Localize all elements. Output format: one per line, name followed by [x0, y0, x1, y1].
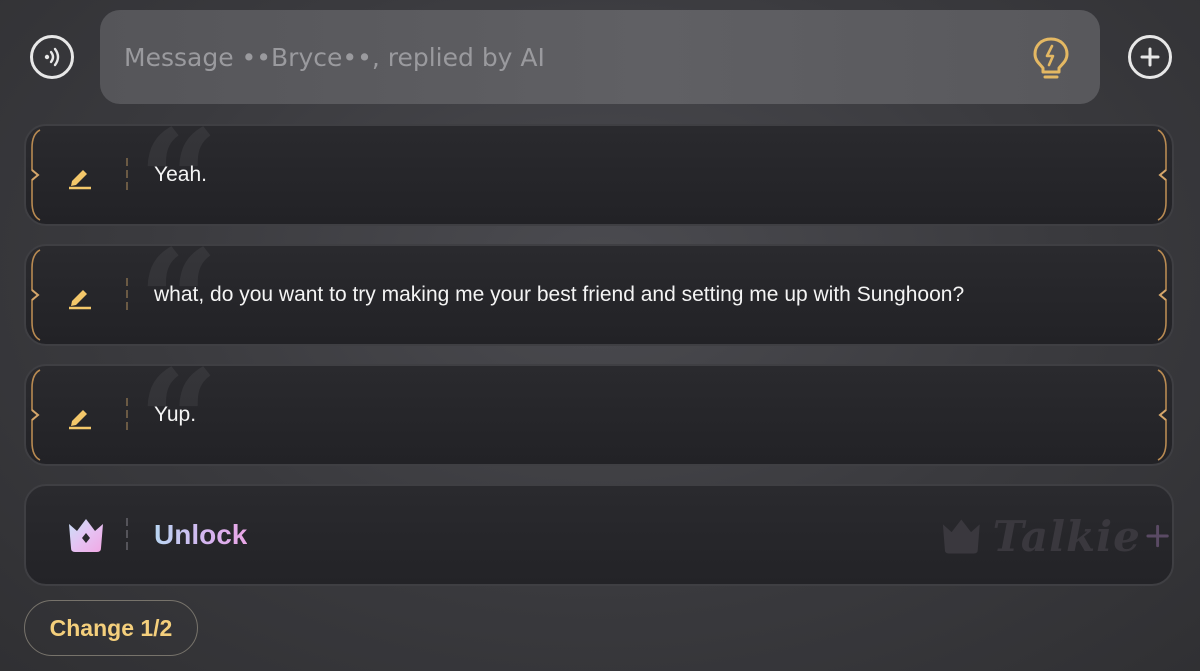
divider — [126, 278, 128, 312]
reply-suggestion-card[interactable]: “ Yeah. — [24, 124, 1174, 226]
crown-watermark-icon — [942, 519, 980, 554]
voice-wave-icon — [44, 47, 60, 67]
plus-circle-icon — [1140, 47, 1160, 67]
frame-ornament-left — [31, 369, 41, 461]
divider — [126, 158, 128, 192]
reply-text: Yup. — [154, 403, 197, 426]
reply-text: what, do you want to try making me your … — [154, 283, 965, 306]
pencil-icon[interactable] — [66, 402, 94, 430]
talkie-logo-text: Talkie — [992, 511, 1141, 561]
frame-ornament-left — [31, 129, 41, 221]
change-suggestions-button[interactable]: Change 1/2 — [24, 600, 198, 656]
reply-suggestion-card[interactable]: “ Yup. — [24, 364, 1174, 466]
reply-suggestion-card[interactable]: “ what, do you want to try making me you… — [24, 244, 1174, 346]
frame-ornament-left — [31, 249, 41, 341]
pencil-icon[interactable] — [66, 162, 94, 190]
talkie-watermark: Talkie — [940, 510, 1170, 562]
voice-input-button[interactable] — [30, 35, 74, 79]
frame-ornament-right — [1157, 369, 1167, 461]
lightbulb-icon — [1033, 37, 1069, 79]
frame-ornament-right — [1157, 249, 1167, 341]
message-bar — [100, 10, 1100, 104]
divider — [126, 398, 128, 432]
add-button[interactable] — [1128, 35, 1172, 79]
pencil-icon[interactable] — [66, 282, 94, 310]
frame-ornament-right — [1157, 129, 1167, 221]
hint-button[interactable] — [1028, 34, 1074, 84]
plus-watermark-icon — [1146, 524, 1169, 548]
divider — [126, 518, 128, 552]
unlock-card[interactable]: Unlock Talkie — [24, 484, 1174, 586]
unlock-label: Unlock — [154, 486, 247, 584]
message-input[interactable] — [124, 10, 1004, 104]
crown-icon — [69, 519, 103, 552]
reply-text: Yeah. — [154, 163, 207, 186]
